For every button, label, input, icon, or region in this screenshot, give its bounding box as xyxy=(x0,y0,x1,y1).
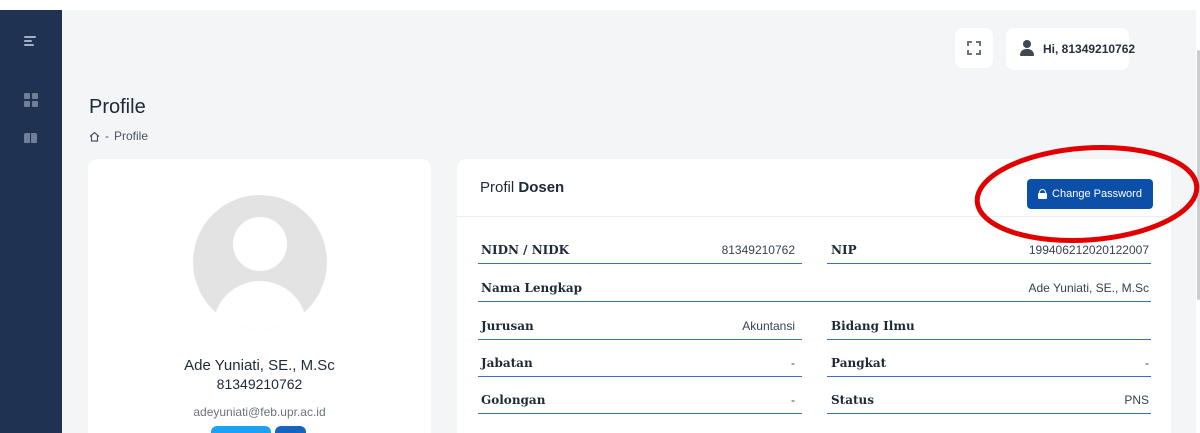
user-greeting: Hi, 81349210762 xyxy=(1043,42,1136,56)
change-password-button[interactable]: Change Password xyxy=(1027,179,1153,209)
fullscreen-button[interactable] xyxy=(955,28,993,68)
app-window: Hi, 81349210762 Profile - Profile Ade Yu… xyxy=(0,10,1196,433)
avatar xyxy=(193,195,327,329)
field-label-status: Status xyxy=(831,393,875,407)
field-label-jabatan: Jabatan xyxy=(481,356,533,370)
field-value-nip: 199406212020122007 xyxy=(1028,243,1149,257)
breadcrumb: - Profile xyxy=(89,129,148,143)
field-value-jabatan: - xyxy=(791,356,795,370)
field-label-bidang: Bidang Ilmu xyxy=(831,319,915,333)
field-label-nama: Nama Lengkap xyxy=(481,281,583,295)
dashboard-icon[interactable] xyxy=(24,93,38,107)
breadcrumb-separator: - xyxy=(105,129,109,143)
profile-email: adeyuniati@feb.upr.ac.id xyxy=(193,405,326,419)
screenshot-frame: Hi, 81349210762 Profile - Profile Ade Yu… xyxy=(0,0,1200,433)
sidebar xyxy=(0,10,62,433)
page-title: Profile xyxy=(89,96,146,118)
field-underline xyxy=(478,339,802,340)
book-icon[interactable] xyxy=(24,131,38,145)
field-value-nidn: 81349210762 xyxy=(721,243,795,257)
social-button[interactable] xyxy=(211,426,271,433)
profile-id: 81349210762 xyxy=(216,376,303,392)
field-value-golongan: - xyxy=(791,393,795,407)
field-underline xyxy=(827,339,1151,340)
social-button[interactable] xyxy=(275,426,306,433)
user-icon xyxy=(1020,40,1034,56)
breadcrumb-current: Profile xyxy=(114,129,149,143)
profile-detail-card: Profil Dosen Change Password NIDN / NIDK… xyxy=(457,159,1171,433)
field-underline xyxy=(827,376,1151,377)
lock-icon xyxy=(1038,189,1048,199)
field-label-nidn: NIDN / NIDK xyxy=(481,243,570,257)
profile-card: Ade Yuniati, SE., M.Sc 81349210762 adeyu… xyxy=(88,159,431,433)
field-value-nama: Ade Yuniati, SE., M.Sc xyxy=(1028,281,1149,295)
detail-card-header: Profil Dosen Change Password xyxy=(457,159,1171,217)
home-icon[interactable] xyxy=(89,131,100,142)
menu-icon[interactable] xyxy=(24,34,38,48)
field-value-jurusan: Akuntansi xyxy=(742,319,795,333)
field-label-jurusan: Jurusan xyxy=(481,319,534,333)
user-menu-button[interactable]: Hi, 81349210762 xyxy=(1006,28,1135,70)
field-value-status: PNS xyxy=(1124,393,1149,407)
field-label-pangkat: Pangkat xyxy=(831,356,887,370)
field-underline xyxy=(827,413,1151,414)
detail-card-title: Profil Dosen xyxy=(480,179,565,196)
field-underline xyxy=(478,413,802,414)
field-value-pangkat: - xyxy=(1145,356,1149,370)
change-password-label: Change Password xyxy=(1052,188,1142,200)
field-underline xyxy=(478,301,1151,302)
field-underline xyxy=(478,376,802,377)
field-label-nip: NIP xyxy=(831,243,857,257)
profile-name: Ade Yuniati, SE., M.Sc xyxy=(184,357,335,374)
field-label-golongan: Golongan xyxy=(481,393,546,407)
scrollbar-track[interactable] xyxy=(1196,0,1200,433)
field-underline xyxy=(478,263,802,264)
field-underline xyxy=(827,263,1151,264)
